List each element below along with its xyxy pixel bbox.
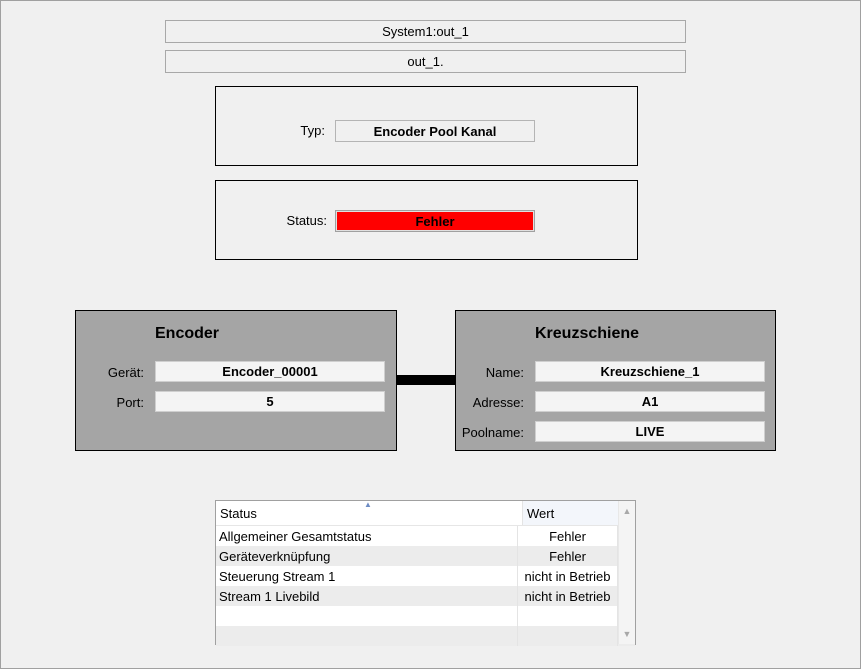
value-cell: Fehler: [518, 546, 618, 566]
type-value-field: Encoder Pool Kanal: [335, 120, 535, 142]
status-value-field: Fehler: [335, 210, 535, 232]
status-table[interactable]: Status ▲ Wert Allgemeiner Gesamtstatus F…: [215, 500, 636, 646]
encoder-port-field: 5: [155, 391, 385, 412]
encoder-port-value: 5: [266, 394, 274, 409]
status-cell: Steuerung Stream 1: [216, 566, 518, 586]
value-cell: Fehler: [518, 526, 618, 546]
table-row[interactable]: Allgemeiner Gesamtstatus Fehler: [216, 526, 635, 546]
crossbar-title: Kreuzschiene: [535, 325, 640, 342]
crossbar-poolname-label: Poolname:: [461, 425, 524, 440]
crossbar-address-field: A1: [535, 391, 765, 412]
crossbar-address-label: Adresse:: [472, 395, 524, 410]
crossbar-poolname-value: LIVE: [635, 424, 665, 439]
encoder-device-value: Encoder_00001: [222, 364, 318, 379]
channel-name-field: out_1.: [165, 50, 686, 73]
crossbar-name-label: Name:: [485, 365, 524, 380]
table-row-empty: [216, 626, 635, 646]
crossbar-poolname-field: LIVE: [535, 421, 765, 442]
sort-ascending-icon: ▲: [364, 500, 372, 509]
channel-name-text: out_1.: [407, 54, 444, 69]
scroll-up-icon[interactable]: ▲: [619, 503, 635, 519]
status-cell: Allgemeiner Gesamtstatus: [216, 526, 518, 546]
status-value: Fehler: [415, 213, 455, 229]
status-cell: Geräteverknüpfung: [216, 546, 518, 566]
crossbar-name-field: Kreuzschiene_1: [535, 361, 765, 382]
crossbar-address-value: A1: [641, 394, 659, 409]
encoder-device-field: Encoder_00001: [155, 361, 385, 382]
crossbar-name-value: Kreuzschiene_1: [600, 364, 700, 379]
table-row[interactable]: Steuerung Stream 1 nicht in Betrieb: [216, 566, 635, 586]
vertical-scrollbar[interactable]: ▲ ▼: [618, 501, 635, 644]
column-header-status[interactable]: Status ▲: [216, 501, 523, 525]
table-row[interactable]: Stream 1 Livebild nicht in Betrieb: [216, 586, 635, 606]
table-header: Status ▲ Wert: [216, 501, 635, 526]
connection-line: [397, 375, 456, 385]
status-label: Status:: [286, 213, 327, 228]
type-value: Encoder Pool Kanal: [373, 123, 497, 139]
encoder-device-label: Gerät:: [107, 365, 144, 380]
value-cell: nicht in Betrieb: [518, 566, 618, 586]
table-row-empty: [216, 606, 635, 626]
type-label: Typ:: [300, 123, 325, 138]
encoder-port-label: Port:: [116, 395, 144, 410]
encoder-title: Encoder: [155, 325, 220, 342]
value-cell: nicht in Betrieb: [518, 586, 618, 606]
table-row[interactable]: Geräteverknüpfung Fehler: [216, 546, 635, 566]
status-cell: Stream 1 Livebild: [216, 586, 518, 606]
scroll-down-icon[interactable]: ▼: [619, 626, 635, 642]
system-title-field: System1:out_1: [165, 20, 686, 43]
column-header-value[interactable]: Wert: [523, 501, 628, 525]
system-title-text: System1:out_1: [382, 24, 469, 39]
